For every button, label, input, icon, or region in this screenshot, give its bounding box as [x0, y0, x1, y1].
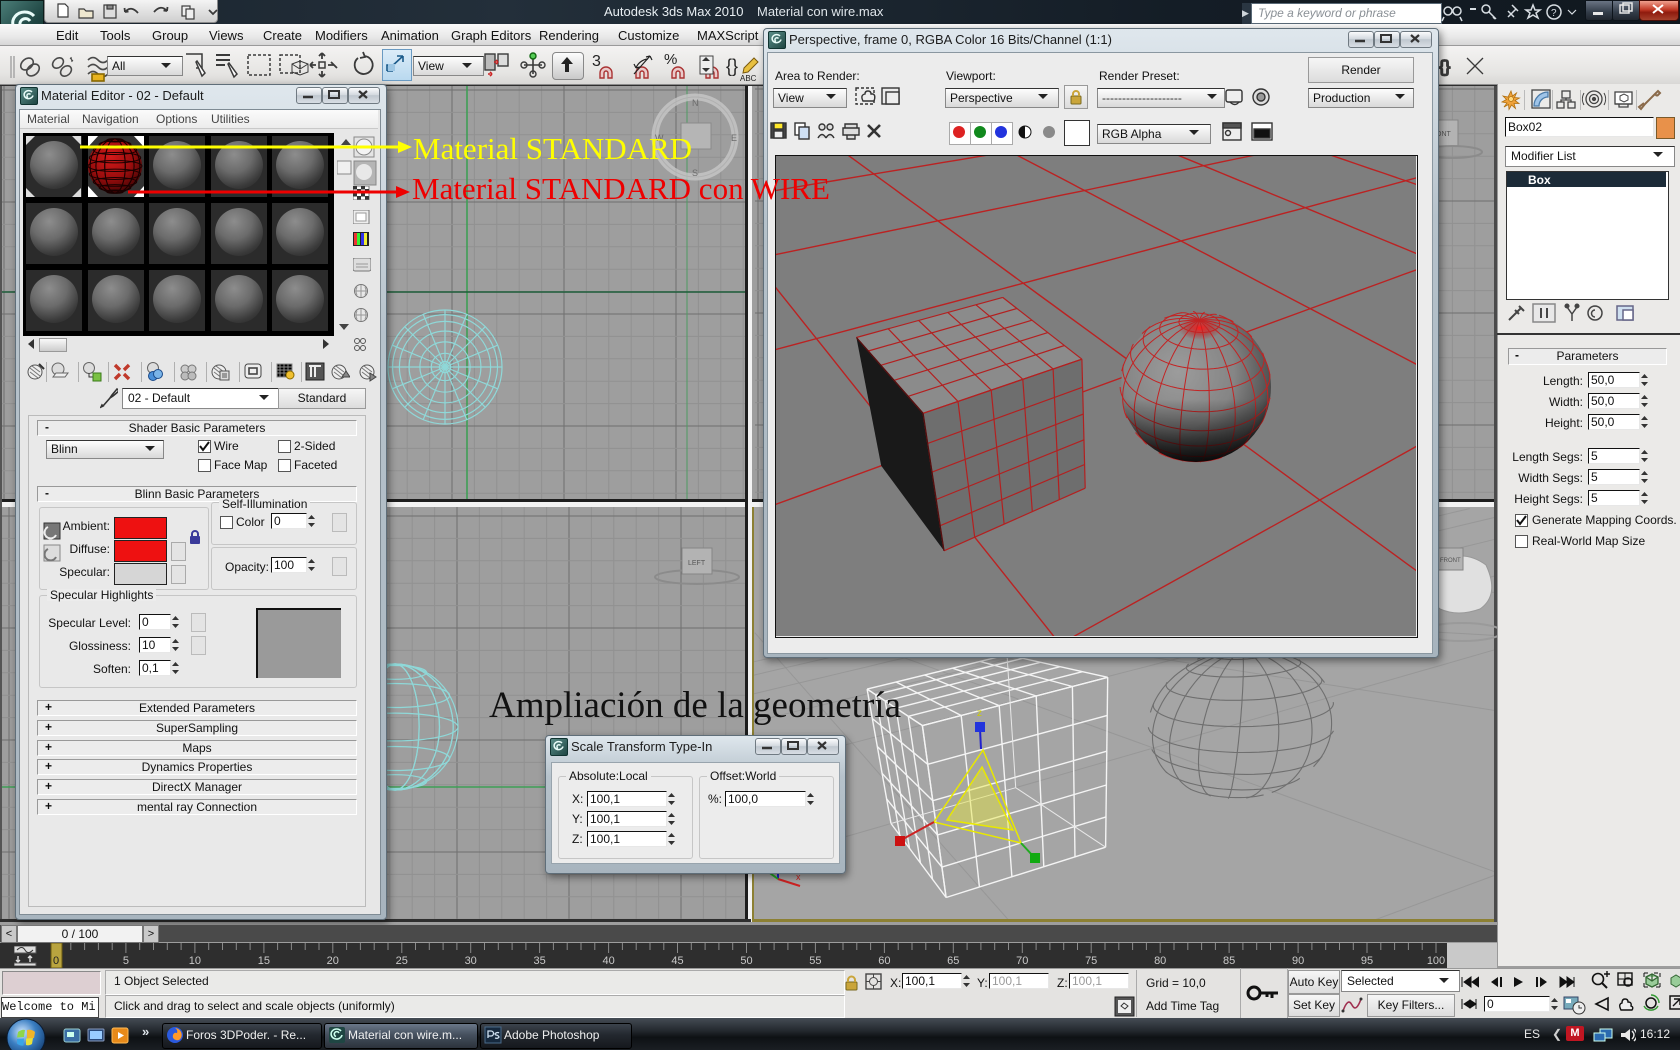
svg-text:LEFT: LEFT [688, 560, 706, 567]
svg-text:0: 0 [53, 955, 59, 967]
svg-text:65: 65 [947, 955, 959, 967]
svg-text:75: 75 [1085, 955, 1097, 967]
svg-text:70: 70 [1016, 955, 1028, 967]
svg-text:50: 50 [740, 955, 752, 967]
svg-text:55: 55 [809, 955, 821, 967]
svg-text:%: % [664, 52, 677, 68]
svg-text:35: 35 [533, 955, 545, 967]
svg-text:15: 15 [258, 955, 270, 967]
svg-text:10: 10 [189, 955, 201, 967]
svg-text:z: z [977, 708, 982, 719]
svg-text:60: 60 [878, 955, 890, 967]
svg-text:5: 5 [123, 955, 129, 967]
svg-text:{}: {} [1439, 57, 1451, 76]
svg-text:85: 85 [1223, 955, 1235, 967]
svg-text:100: 100 [1427, 955, 1445, 967]
svg-text:40: 40 [602, 955, 614, 967]
svg-text:3: 3 [592, 53, 601, 70]
svg-text:30: 30 [465, 955, 477, 967]
svg-text:90: 90 [1292, 955, 1304, 967]
svg-text:20: 20 [327, 955, 339, 967]
svg-text:25: 25 [396, 955, 408, 967]
svg-text:ABC: ABC [740, 74, 757, 82]
svg-text:45: 45 [671, 955, 683, 967]
svg-text:{}: {} [726, 56, 738, 76]
svg-text:80: 80 [1154, 955, 1166, 967]
svg-text:95: 95 [1361, 955, 1373, 967]
svg-text:FRONT: FRONT [1440, 558, 1461, 564]
svg-text:N: N [692, 98, 699, 108]
svg-text:?: ? [1551, 8, 1557, 19]
